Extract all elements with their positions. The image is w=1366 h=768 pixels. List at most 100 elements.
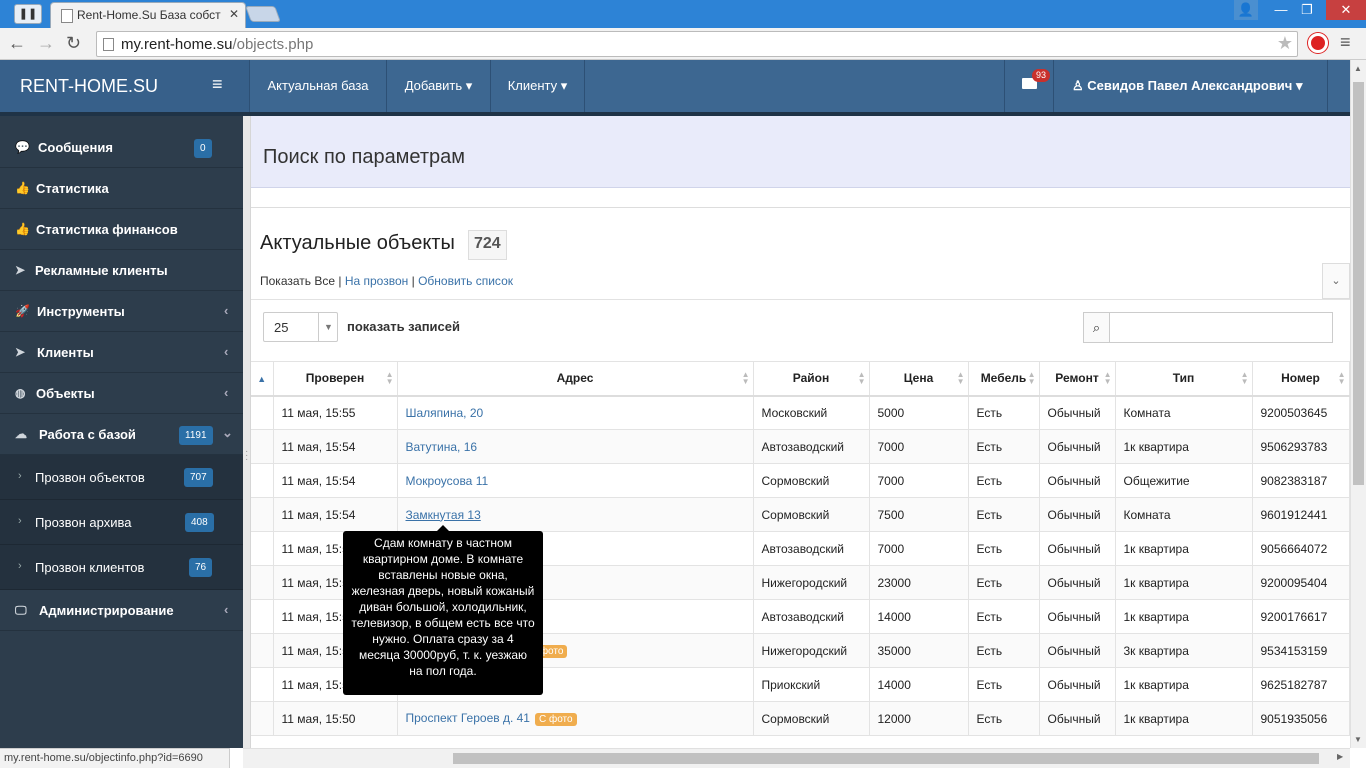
sort-icon: ▲ ▼ [1027,370,1036,386]
cell-repair: Обычный [1039,701,1116,736]
vertical-scrollbar[interactable]: ▲ ▼ [1350,60,1366,748]
nav-actual-base[interactable]: Актуальная база [250,60,387,112]
comment-icon: 💬 [15,140,30,154]
table-search-input[interactable] [1109,312,1333,343]
cell-address: Проспект Героев д. 41 С фото [397,701,754,736]
address-link[interactable]: Проспект Героев д. 41 [406,711,530,725]
address-link[interactable]: Шаляпина, 20 [406,406,484,420]
nav-client-dropdown[interactable]: Клиенту ▾ [491,60,585,112]
sidebar-item-messages[interactable]: 💬 Сообщения 0 [0,127,243,168]
cell-type: 3к квартира [1115,633,1253,668]
table-row[interactable]: 11 мая, 15:50 Проспект Героев д. 41 С фото… [251,701,1350,736]
sidebar-item-clients[interactable]: ➤ Клиенты ‹ [0,332,243,373]
globe-icon: ◍ [15,386,26,400]
column-header-address[interactable]: Адрес ▲ ▼ [397,361,754,397]
cell-repair: Обычный [1039,599,1116,634]
collapse-toggle-button[interactable]: ⌄ [1322,263,1350,299]
pause-icon[interactable]: ❚❚ [14,4,42,24]
cell-repair: Обычный [1039,667,1116,702]
browser-menu-icon[interactable]: ≡ [1340,32,1351,53]
table-row[interactable]: 11 мая, 15:54 Мокроусова 11 Сормовский 7000… [251,463,1350,498]
address-link[interactable]: Ватутина, 16 [406,440,478,454]
cell-furniture: Есть [968,633,1040,668]
scrollbar-thumb[interactable] [453,753,1319,764]
column-header-type[interactable]: Тип ▲ ▼ [1115,361,1253,397]
bookmark-star-icon[interactable]: ★ [1277,33,1293,54]
nav-add-dropdown[interactable]: Добавить ▾ [387,60,491,112]
scroll-up-icon[interactable]: ▲ [1354,64,1362,73]
row-gutter [251,667,274,702]
close-window-button[interactable]: ✕ [1326,0,1366,20]
hamburger-icon[interactable]: ≡ [212,74,223,95]
close-tab-icon[interactable]: ✕ [229,7,239,21]
cell-price: 14000 [869,599,969,634]
sidebar-sub-call-archive[interactable]: › Прозвон архива 408 [0,500,243,545]
sidebar-sub-call-clients[interactable]: › Прозвон клиентов 76 [0,545,243,590]
scroll-right-icon[interactable]: ▶ [1337,752,1343,761]
scrollbar-thumb[interactable] [1353,82,1364,485]
sidebar-item-ad-clients[interactable]: ➤ Рекламные клиенты [0,250,243,291]
user-menu[interactable]: ♙ Севидов Павел Александрович ▾ [1054,60,1328,112]
sidebar-item-statistics[interactable]: 👍 Статистика [0,168,243,209]
refresh-list-link[interactable]: Обновить список [418,274,513,288]
back-icon[interactable]: ← [8,33,26,53]
cell-district: Приокский [753,667,870,702]
app-navbar: RENT-HOME.SU ≡ Актуальная база Добавить … [0,60,1350,112]
cell-address: Замкнутая 13 [397,497,754,532]
column-header-furniture[interactable]: Мебель ▲ ▼ [968,361,1040,397]
adblock-extension-icon[interactable] [1308,33,1328,53]
sidebar-item-admin[interactable]: 🖵 Администрирование ‹ [0,590,243,631]
thumbs-up-icon: 👍 [15,222,30,236]
minimize-button[interactable]: — [1268,0,1294,20]
column-header-price[interactable]: Цена ▲ ▼ [869,361,969,397]
sidebar-sub-call-objects[interactable]: › Прозвон объектов 707 [0,455,243,500]
profile-icon[interactable]: 👤 [1234,0,1258,20]
address-link[interactable]: Мокроусова 11 [406,474,489,488]
browser-toolbar: ← → ↻ my.rent-home.su/objects.php ★ ≡ [0,28,1366,60]
address-bar[interactable]: my.rent-home.su/objects.php ★ [96,31,1298,57]
mail-count-badge: 93 [1032,69,1051,82]
filter-links: Показать Все | На прозвон | Обновить спи… [260,274,513,288]
cell-phone: 9200176617 [1252,599,1350,634]
forward-icon[interactable]: → [37,33,55,53]
column-header-checked[interactable]: Проверен ▲ ▼ [273,361,398,397]
reload-icon[interactable]: ↻ [66,33,81,53]
cell-district: Автозаводский [753,599,870,634]
chevron-down-icon: ⌄ [222,425,233,440]
horizontal-scrollbar[interactable]: ▶ [243,748,1350,768]
sidebar-item-tools[interactable]: 🚀 Инструменты ‹ [0,291,243,332]
cell-phone: 9601912441 [1252,497,1350,532]
table-row[interactable]: 11 мая, 15:55 Шаляпина, 20 Московский 5000 Е… [251,395,1350,430]
sidebar-item-objects[interactable]: ◍ Объекты ‹ [0,373,243,414]
table-row[interactable]: 11 мая, 15:54 Замкнутая 13 Сормовский 7500 Е… [251,497,1350,532]
column-header-phone[interactable]: Номер ▲ ▼ [1252,361,1350,397]
sidebar-resize-handle[interactable]: · · · [243,116,251,748]
filter-to-call-link[interactable]: На прозвон [345,274,408,288]
filter-show-all[interactable]: Показать Все [260,274,335,288]
browser-titlebar: ❚❚ Rent-Home.Su База собст ✕ 👤 — ❐ ✕ [0,0,1366,28]
maximize-button[interactable]: ❐ [1294,0,1320,20]
cell-district: Сормовский [753,497,870,532]
search-panel-header[interactable]: Поиск по параметрам [251,116,1350,188]
new-tab-button[interactable] [245,6,281,22]
cloud-download-icon: ☁ [15,427,27,441]
column-header-repair[interactable]: Ремонт ▲ ▼ [1039,361,1116,397]
search-button[interactable]: ⌕ [1083,312,1110,343]
sort-column-header[interactable]: ▲ [251,361,274,397]
sidebar-item-finance-stats[interactable]: 👍 Статистика финансов [0,209,243,250]
cell-type: 1к квартира [1115,429,1253,464]
tooltip-arrow [437,525,449,531]
scroll-down-icon[interactable]: ▼ [1354,735,1362,744]
browser-tab[interactable]: Rent-Home.Su База собст ✕ [50,2,246,28]
cell-type: Комната [1115,497,1253,532]
chevron-down-icon: ⌄ [1331,275,1341,287]
sidebar-item-database-work[interactable]: ☁ Работа с базой 1191 ⌄ [0,414,243,455]
messages-button[interactable]: 93 [1004,60,1054,112]
address-link[interactable]: Замкнутая 13 [406,508,481,522]
column-header-district[interactable]: Район ▲ ▼ [753,361,870,397]
page-length-select[interactable]: 25 ▼ [263,312,338,342]
table-row[interactable]: 11 мая, 15:54 Ватутина, 16 Автозаводский 70… [251,429,1350,464]
grip-dots-icon: · · · [245,446,249,465]
sort-icon: ▲ ▼ [1337,370,1346,386]
cell-checked: 11 мая, 15:54 [273,497,398,532]
